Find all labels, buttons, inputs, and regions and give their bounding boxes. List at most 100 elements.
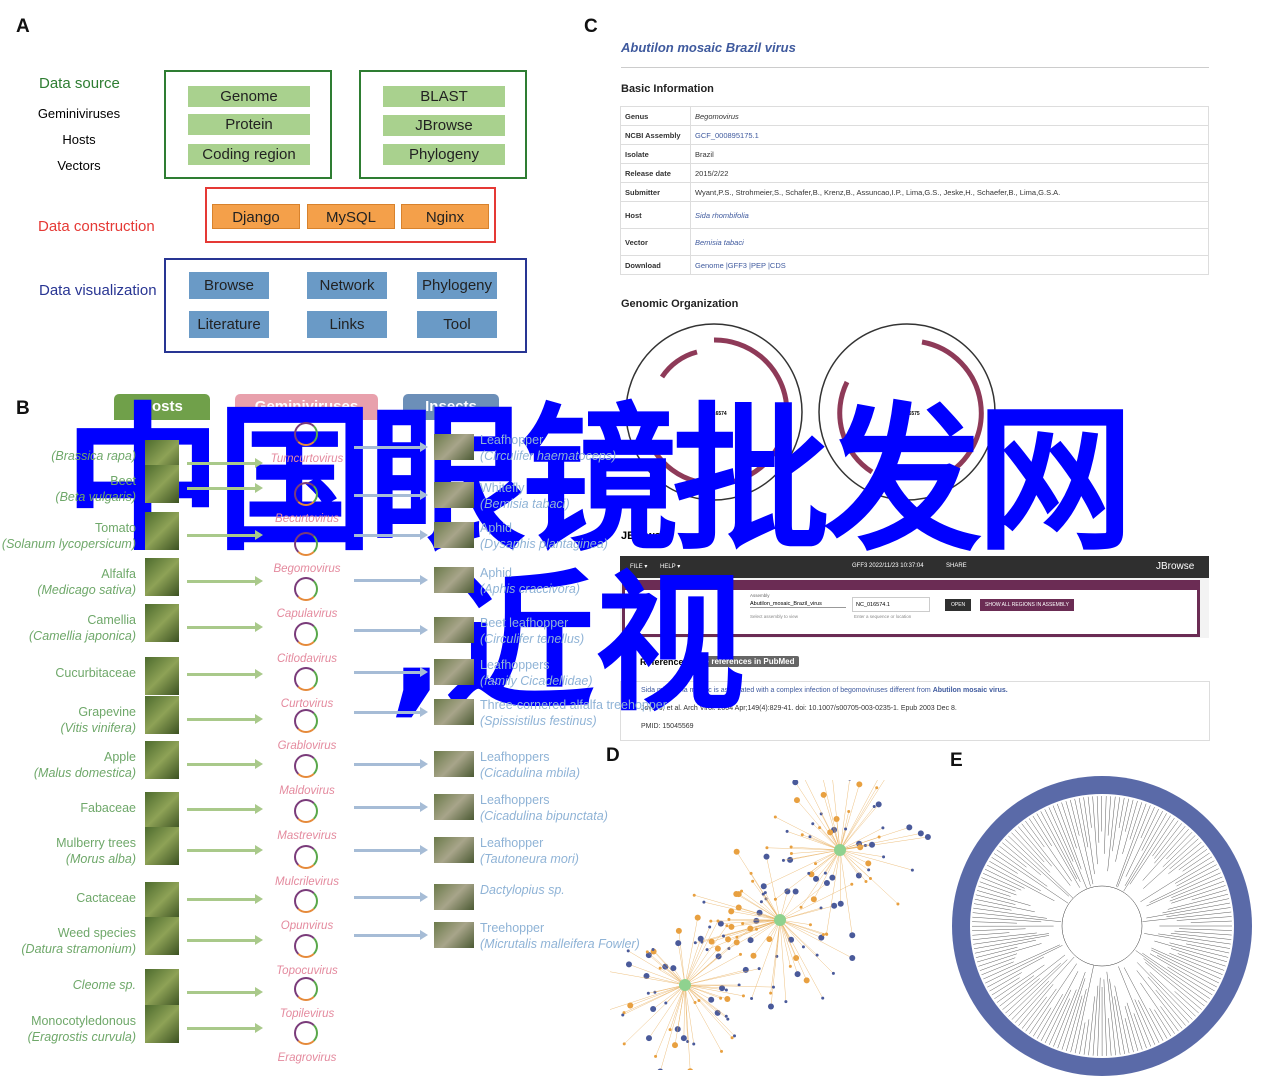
- insect-arrow: [354, 802, 428, 812]
- insect-label: Beet leafhopper (Circulifer tenellus): [480, 615, 584, 647]
- host-arrow: [187, 935, 263, 945]
- host-label: Tomato (Solanum lycopersicum): [2, 520, 136, 552]
- network-node: [910, 868, 914, 872]
- network-node: [761, 892, 765, 896]
- network-node: [814, 862, 818, 866]
- locus-input[interactable]: NC_016574.1: [852, 597, 930, 612]
- host-arrow: [187, 458, 263, 468]
- network-node: [738, 952, 742, 956]
- network-node: [668, 1028, 672, 1032]
- insect-arrow: [354, 625, 428, 635]
- info-value[interactable]: Sida rhombifolia: [690, 201, 1209, 229]
- host-photo: [145, 696, 179, 734]
- host-photo: [145, 465, 179, 503]
- network-node: [672, 1042, 679, 1049]
- virus-label: Grablovirus: [277, 740, 337, 752]
- host-arrow: [187, 1023, 263, 1033]
- host-photo: [145, 792, 179, 830]
- network-node: [728, 923, 735, 930]
- insect-label: Three-cornered alfalfa treehopper (Spissi…: [480, 697, 667, 729]
- info-value[interactable]: Genome |GFF3 |PEP |CDS: [690, 255, 1209, 275]
- genome-ring-icon: [294, 889, 318, 913]
- insect-name: Beet leafhopper: [480, 616, 569, 630]
- network-node: [872, 804, 876, 808]
- host-photo: [145, 558, 179, 596]
- network-node: [719, 996, 723, 1000]
- genome-ring-icon: [294, 934, 318, 958]
- network-edge: [703, 901, 781, 921]
- info-value[interactable]: Bemisia tabaci: [690, 228, 1209, 256]
- network-node: [750, 997, 754, 1001]
- network-node: [793, 955, 800, 962]
- virus-label: Begomovirus: [273, 563, 341, 575]
- network-node: [792, 780, 799, 786]
- host-name: Tomato: [95, 521, 136, 535]
- network-node: [875, 786, 879, 790]
- host-latin: (Vitis vinifera): [60, 721, 136, 735]
- insect-name: Leafhoppers: [480, 658, 550, 672]
- network-node: [766, 936, 773, 943]
- network-node: [767, 1003, 774, 1010]
- host-label: Alfalfa (Medicago sativa): [37, 566, 136, 598]
- network-edge: [684, 948, 719, 986]
- host-photo: [145, 512, 179, 550]
- insect-latin: Dactylopius sp.: [480, 883, 565, 897]
- info-value[interactable]: GCF_000895175.1: [690, 125, 1209, 145]
- panel-label-c: C: [584, 16, 598, 37]
- info-key: Genus: [620, 106, 691, 126]
- network-node: [680, 1035, 687, 1042]
- host-latin: (Morus alba): [65, 852, 136, 866]
- network-node: [625, 961, 632, 968]
- host-photo: [145, 969, 179, 1007]
- assembly-select[interactable]: Abutilon_mosaic_Brazil_virus: [750, 601, 846, 608]
- network-node: [751, 879, 755, 883]
- open-button[interactable]: OPEN: [945, 599, 972, 611]
- host-name: Camellia: [87, 613, 136, 627]
- virus-label: Maldovirus: [279, 785, 335, 797]
- insect-label: Leafhoppers (family Cicadellidae): [480, 657, 593, 689]
- insect-photo: [434, 617, 474, 643]
- info-key: Host: [620, 201, 691, 229]
- genome-item: Genome: [188, 86, 310, 107]
- network-node: [733, 848, 740, 855]
- network-node: [821, 933, 825, 937]
- host-latin: (Eragrostis curvula): [27, 1030, 136, 1044]
- host-arrow: [187, 622, 263, 632]
- network-node: [724, 996, 731, 1003]
- insect-arrow: [354, 930, 428, 940]
- show-all-regions-button[interactable]: SHOW ALL REGIONS IN ASSEMBLY: [980, 599, 1074, 611]
- insect-name: Aphid: [480, 521, 512, 535]
- network-node: [675, 940, 682, 947]
- network-edge: [655, 984, 686, 1057]
- host-arrow: [187, 669, 263, 679]
- virus-label: Turncurtovirus: [270, 453, 344, 465]
- insect-photo: [434, 922, 474, 948]
- insect-arrow: [354, 575, 428, 585]
- network-node: [823, 879, 830, 886]
- insect-photo: [434, 884, 474, 910]
- network-node: [831, 971, 835, 975]
- info-value: 2015/2/22: [690, 163, 1209, 183]
- insect-arrow: [354, 530, 428, 540]
- network-node: [621, 1013, 625, 1017]
- host-arrow: [187, 804, 263, 814]
- network-node: [837, 900, 844, 907]
- django-item: Django: [212, 204, 300, 229]
- network-node: [848, 780, 851, 781]
- insect-name: Leafhopper: [480, 836, 544, 850]
- data-source-label: Data source: [39, 75, 120, 92]
- basic-info-heading: Basic Information: [621, 83, 714, 95]
- insect-latin: (Aphis craccivora): [480, 582, 581, 596]
- network-edge: [791, 849, 841, 854]
- network-node: [747, 937, 754, 944]
- network-node: [721, 934, 725, 938]
- host-name: Apple: [104, 750, 136, 764]
- insect-latin: (Circulifer haematoceps): [480, 449, 617, 463]
- insect-photo: [434, 751, 474, 777]
- insect-label: Dactylopius sp.: [480, 882, 565, 898]
- info-key: Download: [620, 255, 691, 275]
- network-node: [670, 965, 677, 972]
- virus-label: Topocuvirus: [276, 965, 338, 977]
- network-node: [728, 908, 735, 915]
- genome-ring-icon: [294, 577, 318, 601]
